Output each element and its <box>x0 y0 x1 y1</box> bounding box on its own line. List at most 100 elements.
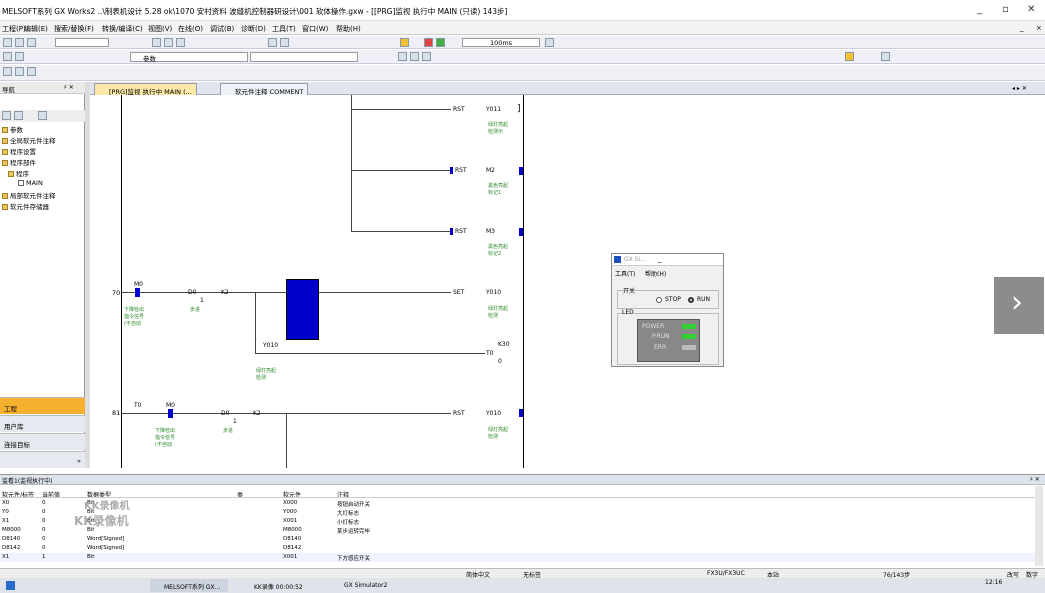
menu-debug[interactable]: 调试(B) <box>210 24 234 34</box>
zoom-icon[interactable] <box>881 52 890 61</box>
table-row[interactable]: M8000 0 Bit M8000 某步运转完毕 <box>0 526 1035 535</box>
menu-project[interactable]: 工程(P) <box>2 24 26 34</box>
rst-instruction-81[interactable]: RST <box>453 410 465 417</box>
watch-close-icon[interactable]: ♯ ✕ <box>1030 476 1040 483</box>
scan-time-field[interactable]: 100ms <box>462 38 540 47</box>
new-icon[interactable] <box>3 38 12 47</box>
nav-more-button[interactable]: » <box>0 451 85 468</box>
read-plc-icon[interactable] <box>268 38 277 47</box>
taskbar-simulator[interactable]: GX Simulator2 <box>330 579 400 592</box>
device-d0[interactable]: D0 <box>188 289 196 296</box>
help-icon[interactable] <box>545 38 554 47</box>
tab-device-comment[interactable]: 软元件注释 COMMENT <box>220 83 309 96</box>
table-row[interactable]: D8142 0 Word[Signed] D8142 <box>0 544 1035 553</box>
device-t0[interactable]: T0 <box>134 402 141 409</box>
menu-edit[interactable]: 编辑(E) <box>24 24 48 34</box>
next-slide-button[interactable]: › <box>994 277 1044 334</box>
rising-edge-icon[interactable] <box>3 67 12 76</box>
menu-convert[interactable]: 转换/编译(C) <box>102 24 143 34</box>
write-plc-icon[interactable] <box>280 38 289 47</box>
grid-icon[interactable] <box>3 52 12 61</box>
table-row[interactable]: X1 0 Bit X001 小灯标志 <box>0 517 1035 526</box>
run-radio[interactable] <box>688 297 694 303</box>
nav-button-connection[interactable]: 连接目标 <box>0 433 85 450</box>
tree-item-program[interactable]: 程序 <box>8 168 29 178</box>
device-y010c[interactable]: Y010 <box>486 410 501 417</box>
list-icon[interactable] <box>15 52 24 61</box>
taskbar-gx-works[interactable]: MELSOFT系列 GX... <box>150 579 228 592</box>
rst-instruction[interactable]: RST <box>453 106 465 113</box>
cut-icon[interactable] <box>152 38 161 47</box>
watch-scrollbar[interactable] <box>1035 486 1043 566</box>
nav-pin-icon[interactable]: ♯ ✕ <box>64 84 74 91</box>
table-row[interactable]: X1 1 Bit X001 下方感应开关 <box>0 553 1035 562</box>
rst-instruction-m2[interactable]: RST <box>455 167 467 174</box>
menu-window[interactable]: 窗口(W) <box>302 24 328 34</box>
sim-menu-tools[interactable]: 工具(T) <box>615 269 635 278</box>
tree-item-main[interactable]: MAIN <box>18 179 43 187</box>
restore-button[interactable]: ▫ <box>1002 4 1009 15</box>
tree-item-device-memory[interactable]: 软元件存储器 <box>2 201 49 211</box>
device-y010b[interactable]: Y010 <box>263 342 278 349</box>
table-row[interactable]: X0 0 Bit X000 按钮启动开关 <box>0 499 1035 508</box>
falling-edge-icon[interactable] <box>15 67 24 76</box>
sub-min-button[interactable]: _ <box>1020 24 1024 32</box>
contact-b-icon[interactable] <box>410 52 419 61</box>
nav-button-user-library[interactable]: 用户库 <box>0 415 85 432</box>
menu-diagnose[interactable]: 诊断(D) <box>241 24 266 34</box>
device-y010[interactable]: Y010 <box>486 289 501 296</box>
menu-help[interactable]: 帮助(H) <box>336 24 361 34</box>
device-d0b[interactable]: D0 <box>221 410 229 417</box>
menu-view[interactable]: 视图(V) <box>148 24 172 34</box>
device-m0b[interactable]: M0 <box>166 402 175 409</box>
minimize-button[interactable]: _ <box>977 4 982 15</box>
program-select[interactable] <box>55 38 109 47</box>
device-y011[interactable]: Y011 <box>486 106 501 113</box>
nav-collapse-icon[interactable] <box>14 111 23 120</box>
tab-main-monitor[interactable]: [PRG]监视 执行中 MAIN (... <box>94 83 197 96</box>
nav-button-project[interactable]: 工程 <box>0 397 85 414</box>
open-icon[interactable] <box>15 38 24 47</box>
device-k2b[interactable]: K2 <box>253 410 261 417</box>
sub-close-button[interactable]: × <box>1036 24 1042 32</box>
menu-online[interactable]: 在线(O) <box>178 24 203 34</box>
timer-t0[interactable]: T0 <box>486 350 493 357</box>
tree-item-program-parts[interactable]: 程序部件 <box>2 157 36 167</box>
taskbar-kk-recorder[interactable]: KK录像 00:00:52 <box>240 579 322 592</box>
contact-icon[interactable] <box>398 52 407 61</box>
highlight-icon[interactable] <box>845 52 854 61</box>
copy-icon[interactable] <box>164 38 173 47</box>
tree-item-program-setting[interactable]: 程序设置 <box>2 146 36 156</box>
tree-item-params[interactable]: 参数 <box>2 124 23 134</box>
device-m2[interactable]: M2 <box>486 167 495 174</box>
parameter-select[interactable]: 参数 <box>130 52 248 63</box>
nav-expand-icon[interactable] <box>2 111 11 120</box>
coil-icon[interactable] <box>422 52 431 61</box>
device-m0[interactable]: M0 <box>134 281 143 288</box>
stop-radio[interactable] <box>656 297 662 303</box>
menu-tools[interactable]: 工具(T) <box>272 24 296 34</box>
close-button[interactable]: ✕ <box>1027 4 1035 15</box>
set-instruction[interactable]: SET <box>453 289 464 296</box>
device-m3[interactable]: M3 <box>486 228 495 235</box>
device-select[interactable] <box>250 52 358 62</box>
tree-item-global-comment[interactable]: 全局软元件注释 <box>2 135 56 145</box>
save-icon[interactable] <box>27 38 36 47</box>
menu-find[interactable]: 搜索/替换(F) <box>54 24 94 34</box>
start-icon[interactable] <box>6 581 15 590</box>
tree-item-local-comment[interactable]: 局部软元件注释 <box>2 190 56 200</box>
folder-icon <box>2 127 8 133</box>
sim-min-button[interactable]: _ <box>658 255 662 263</box>
line-icon[interactable] <box>27 67 36 76</box>
stop-icon[interactable] <box>424 38 433 47</box>
sim-menu-help[interactable]: 帮助(H) <box>645 269 666 278</box>
device-k2[interactable]: K2 <box>221 289 229 296</box>
rst-instruction-m3[interactable]: RST <box>455 228 467 235</box>
nav-new-icon[interactable] <box>38 111 47 120</box>
monitor-icon[interactable] <box>400 38 409 47</box>
tab-arrows[interactable]: ◂ ▸ ✕ <box>1012 85 1027 92</box>
table-row[interactable]: Y0 0 Bit Y000 大灯标志 <box>0 508 1035 517</box>
paste-icon[interactable] <box>176 38 185 47</box>
run-icon[interactable] <box>436 38 445 47</box>
table-row[interactable]: D8140 0 Word[Signed] D8140 <box>0 535 1035 544</box>
